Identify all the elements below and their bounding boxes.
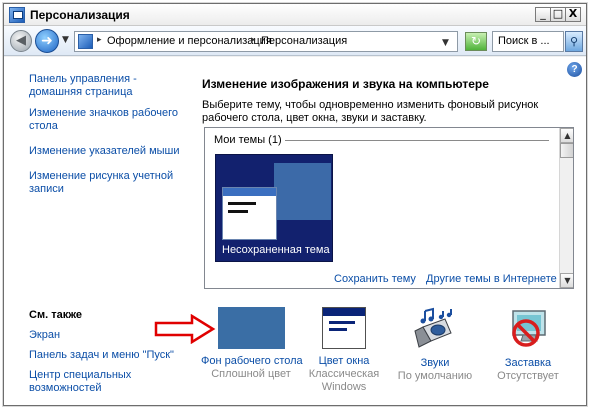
scroll-up-icon[interactable]: ▲ xyxy=(560,128,573,143)
my-themes-group-header: Мои темы (1) xyxy=(214,134,282,146)
search-input[interactable]: Поиск в ... xyxy=(492,31,564,52)
window-color-titlebar xyxy=(323,308,365,316)
breadcrumb-appearance[interactable]: Оформление и персонализация xyxy=(107,35,272,47)
screensaver-item[interactable]: Заставка Отсутствует xyxy=(478,307,578,383)
recent-pages-dropdown[interactable]: ▼ xyxy=(62,35,69,45)
window-color-item[interactable]: Цвет окна Классическая Windows xyxy=(294,307,394,394)
change-desktop-icons-link[interactable]: Изменение значков рабочего стола xyxy=(29,107,189,133)
personalization-app-icon xyxy=(9,7,25,23)
sounds-value: По умолчанию xyxy=(397,370,473,382)
screensaver-link[interactable]: Заставка xyxy=(478,357,578,370)
theme-name: Несохраненная тема xyxy=(222,244,330,256)
theme-preview-line xyxy=(228,210,248,213)
task-links: Панель управления - домашняя страница Из… xyxy=(29,73,189,208)
address-dropdown-icon[interactable]: ▼ xyxy=(442,38,449,48)
scroll-thumb[interactable] xyxy=(560,143,573,158)
sounds-icon[interactable] xyxy=(411,307,459,351)
group-divider xyxy=(285,140,549,141)
change-mouse-pointers-link[interactable]: Изменение указателей мыши xyxy=(29,145,189,158)
desktop-background-link[interactable]: Фон рабочего стола xyxy=(201,355,303,368)
close-button[interactable]: X xyxy=(565,7,581,22)
theme-list-scrollbar[interactable]: ▲ ▼ xyxy=(559,128,573,288)
content-area: ? Панель управления - домашняя страница … xyxy=(4,57,586,405)
screensaver-icon[interactable] xyxy=(505,307,551,351)
desktop-background-icon[interactable] xyxy=(217,307,285,349)
window-color-line xyxy=(329,321,355,324)
sounds-link[interactable]: Звуки xyxy=(385,357,485,370)
forward-button[interactable]: ➜ xyxy=(35,29,59,53)
back-button[interactable]: ◀ xyxy=(10,30,32,52)
title-bar[interactable]: Персонализация _ □ X xyxy=(4,4,586,26)
breadcrumb-separator-icon[interactable]: ▸ xyxy=(251,35,256,45)
window-color-value: Классическая Windows xyxy=(308,368,380,393)
theme-preview-line xyxy=(228,202,256,205)
desktop-background-item[interactable]: Фон рабочего стола Сплошной цвет xyxy=(201,307,303,381)
theme-list: Мои темы (1) Несохраненная тема Сохранит… xyxy=(204,127,574,289)
desktop-background-value: Сплошной цвет xyxy=(211,368,291,380)
maximize-button[interactable]: □ xyxy=(550,7,566,22)
theme-preview-background xyxy=(274,163,331,220)
breadcrumb-separator-icon[interactable]: ▸ xyxy=(97,35,102,45)
page-description: Выберите тему, чтобы одновременно измени… xyxy=(202,99,539,124)
theme-preview-titlebar xyxy=(223,188,276,196)
online-themes-link[interactable]: Другие темы в Интернете xyxy=(426,273,557,285)
window-color-link[interactable]: Цвет окна xyxy=(294,355,394,368)
personalization-window: Персонализация _ □ X ◀ ➜ ▼ ▸ Оформление … xyxy=(3,3,587,406)
minimize-button[interactable]: _ xyxy=(535,7,551,22)
screensaver-value: Отсутствует xyxy=(497,370,559,382)
sounds-item[interactable]: Звуки По умолчанию xyxy=(385,307,485,383)
see-also-heading: См. также xyxy=(29,309,82,321)
search-icon[interactable]: ⚲ xyxy=(565,31,583,52)
save-theme-link[interactable]: Сохранить тему xyxy=(334,273,416,285)
scroll-down-icon[interactable]: ▼ xyxy=(560,273,573,288)
help-icon[interactable]: ? xyxy=(567,62,582,77)
taskbar-start-menu-link[interactable]: Панель задач и меню "Пуск" xyxy=(29,349,179,362)
ease-of-access-link[interactable]: Центр специальных возможностей xyxy=(29,369,179,395)
window-color-line xyxy=(329,328,347,331)
page-title: Изменение изображения и звука на компьют… xyxy=(202,77,489,91)
control-panel-icon xyxy=(78,34,93,49)
change-account-picture-link[interactable]: Изменение рисунка учетной записи xyxy=(29,170,189,196)
speaker-music-icon xyxy=(414,307,452,348)
no-screensaver-icon xyxy=(512,310,546,347)
refresh-button[interactable]: ↻ xyxy=(465,32,487,51)
window-title: Персонализация xyxy=(30,8,130,22)
breadcrumb-personalization[interactable]: Персонализация xyxy=(261,35,347,47)
unsaved-theme-tile[interactable]: Несохраненная тема xyxy=(215,154,333,262)
address-toolbar: ◀ ➜ ▼ ▸ Оформление и персонализация ▸ Пе… xyxy=(4,26,586,56)
theme-preview-window xyxy=(222,187,277,240)
window-color-icon[interactable] xyxy=(322,307,366,349)
address-field[interactable]: ▸ Оформление и персонализация ▸ Персонал… xyxy=(74,31,458,52)
control-panel-home-link[interactable]: Панель управления - домашняя страница xyxy=(29,73,189,99)
